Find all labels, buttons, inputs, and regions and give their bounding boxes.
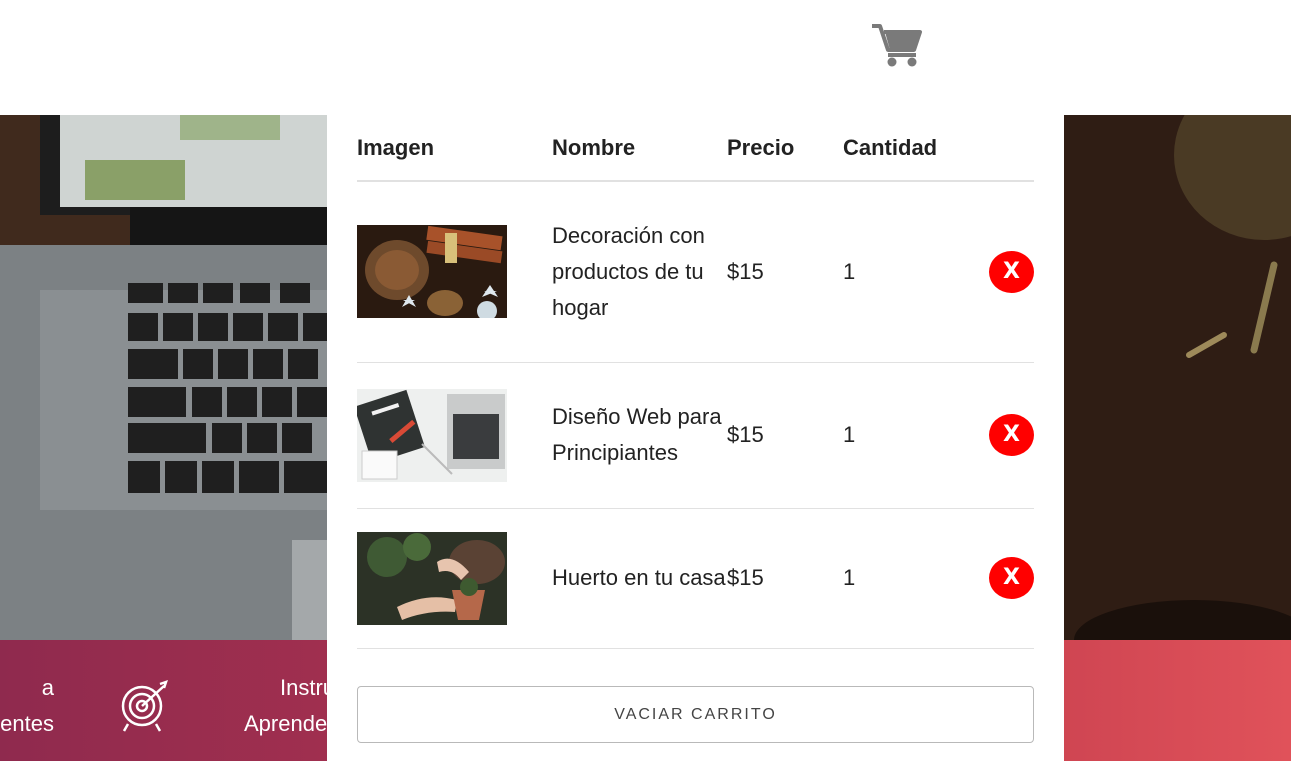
cart-table: Imagen Nombre Precio Cantidad Decoración… [357,115,1034,649]
delete-cell: X [983,181,1034,362]
delete-item-button[interactable]: X [989,414,1034,456]
cart-item-quantity: 1 [843,565,856,590]
table-row: Huerto en tu casa $15 1 X [357,508,1034,648]
cart-item-name: Decoración con productos de tu hogar [552,222,705,320]
header-quantity: Cantidad [843,134,938,160]
delete-item-button[interactable]: X [989,250,1034,293]
cart-item-name: Diseño Web para Principiantes [552,404,722,465]
lamp-image [1064,115,1291,640]
cart-item-image [357,181,552,362]
cart-table-header: Imagen Nombre Precio Cantidad [357,115,1034,181]
cart-item-price: $15 [727,565,764,590]
garden-thumbnail [357,531,507,625]
top-header [0,0,1291,115]
cart-item-quantity: 1 [843,422,856,447]
cart-item-name: Huerto en tu casa [552,565,726,590]
band-left-text: a entes [0,670,54,742]
cart-item-image [357,508,552,648]
target-icon [121,680,168,732]
delete-cell: X [983,362,1034,508]
header-name: Nombre [552,134,636,160]
table-row: Decoración con productos de tu hogar $15… [357,181,1034,362]
header-price: Precio [727,134,795,160]
decoration-thumbnail [357,225,507,319]
laptop-image [0,115,330,640]
cart-item-price: $15 [727,422,764,447]
delete-cell: X [983,508,1034,648]
band-left-line1: a [41,675,54,700]
cart-icon[interactable] [870,22,924,68]
table-row: Diseño Web para Principiantes $15 1 X [357,362,1034,508]
delete-item-button[interactable]: X [989,557,1034,599]
header-delete [983,115,1034,181]
cart-item-quantity: 1 [843,258,856,284]
empty-cart-button[interactable]: VACIAR CARRITO [357,686,1034,743]
header-image: Imagen [357,134,435,160]
web-design-thumbnail [357,388,507,482]
cart-item-price: $15 [727,258,764,284]
cart-item-image [357,362,552,508]
cart-dropdown: Imagen Nombre Precio Cantidad Decoración… [327,115,1064,761]
band-left-line2: entes [0,711,54,736]
